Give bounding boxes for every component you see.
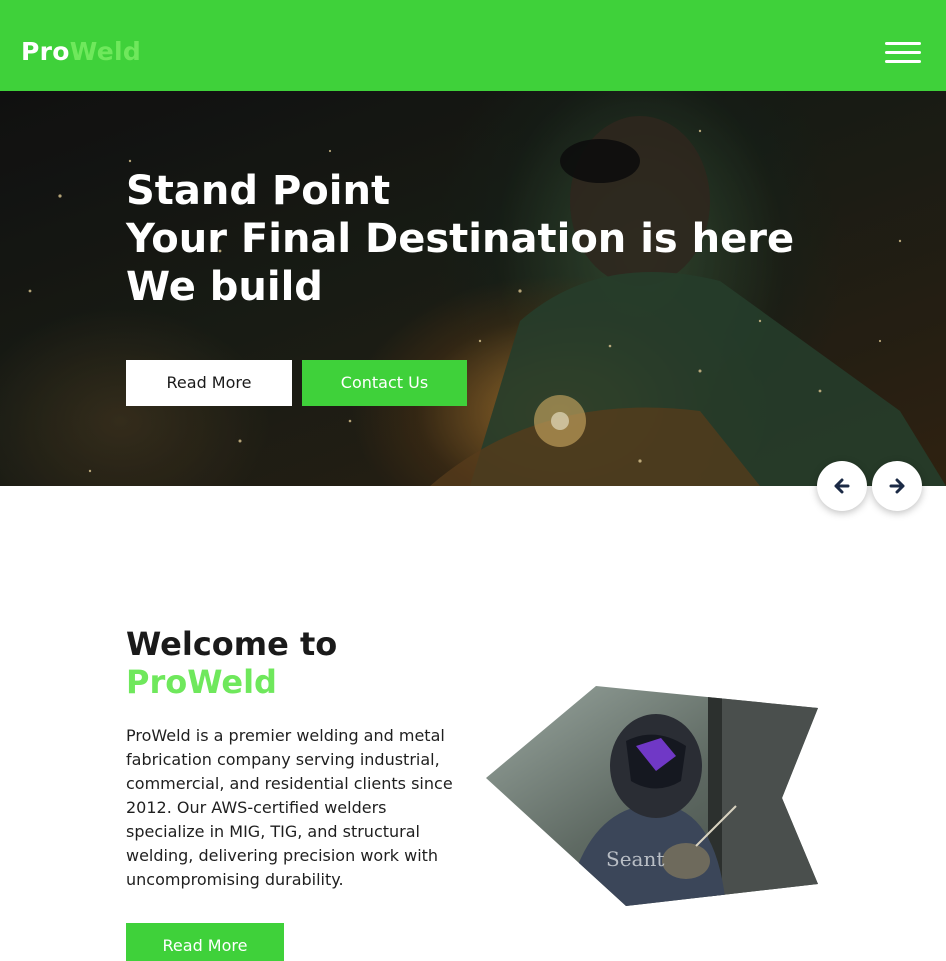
hero-headline: Stand Point Your Final Destination is he… (126, 167, 794, 311)
about-heading-line-1: Welcome to (126, 625, 338, 663)
arrow-right-icon (889, 478, 905, 494)
about-heading: Welcome to ProWeld (126, 625, 337, 701)
top-strip (0, 0, 946, 15)
site-logo[interactable]: ProWeld (21, 37, 141, 66)
menu-line (885, 51, 921, 54)
hero-headline-line-3: We build (126, 264, 323, 310)
menu-line (885, 60, 921, 63)
about-heading-line-2: ProWeld (126, 663, 277, 701)
logo-text-weld: Weld (69, 37, 142, 66)
site-header: ProWeld (0, 15, 946, 91)
about-read-more-button[interactable]: Read More (126, 923, 284, 961)
slider-next-button[interactable] (872, 461, 922, 511)
hero-slider: Stand Point Your Final Destination is he… (0, 91, 946, 486)
about-description: ProWeld is a premier welding and metal f… (126, 726, 453, 889)
hero-read-more-button[interactable]: Read More (126, 360, 292, 406)
arrow-left-icon (834, 478, 850, 494)
menu-line (885, 42, 921, 45)
welder-photo: Seant (486, 686, 818, 906)
hero-contact-us-button[interactable]: Contact Us (302, 360, 467, 406)
svg-text:Seant: Seant (606, 847, 664, 871)
hamburger-menu-icon[interactable] (885, 40, 921, 66)
slider-prev-button[interactable] (817, 461, 867, 511)
hero-headline-line-1: Stand Point (126, 168, 391, 214)
logo-text-pro: Pro (21, 37, 70, 66)
hero-headline-line-2: Your Final Destination is here (126, 216, 795, 262)
